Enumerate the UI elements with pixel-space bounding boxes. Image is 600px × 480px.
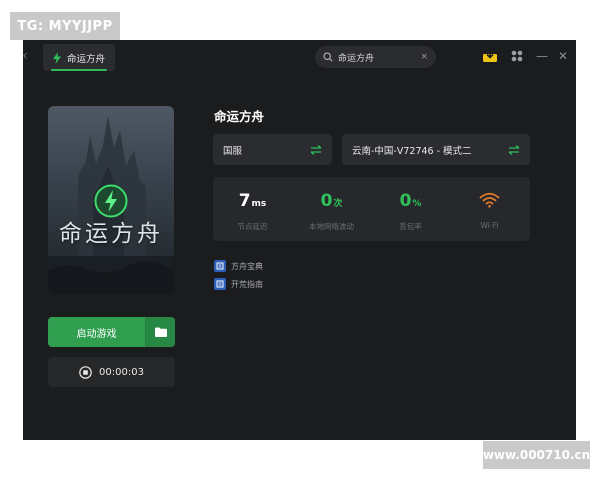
link-label[interactable]: 方舟宝典 bbox=[231, 261, 263, 272]
stat-wifi: Wi-Fi bbox=[450, 177, 529, 241]
stat-label: 节点延迟 bbox=[237, 222, 268, 231]
server-selector[interactable]: 云南-中国-V72746 - 模式二 bbox=[342, 134, 530, 165]
tab-label: 命运方舟 bbox=[67, 53, 106, 65]
bolt-icon bbox=[53, 51, 61, 64]
session-timer: 00:00:03 bbox=[48, 357, 175, 387]
stat-network-fluctuation: 0次 本地网络波动 bbox=[292, 177, 371, 241]
link-label[interactable]: 开荒指南 bbox=[231, 279, 263, 290]
tab-active-indicator bbox=[51, 69, 107, 71]
book-icon bbox=[214, 278, 226, 290]
watermark-top-left: TG: MYYJJPP bbox=[10, 12, 120, 40]
region-selector[interactable]: 国服 bbox=[213, 134, 332, 165]
timer-value: 00:00:03 bbox=[99, 366, 144, 378]
game-title: 命运方舟 bbox=[214, 109, 265, 124]
link-starter-guide[interactable]: 开荒指南 bbox=[214, 278, 263, 290]
launch-game-label[interactable]: 启动游戏 bbox=[48, 317, 145, 347]
game-logo-icon bbox=[94, 184, 128, 218]
folder-icon bbox=[154, 327, 167, 337]
book-icon bbox=[214, 260, 226, 272]
stat-value: 7ms bbox=[238, 191, 267, 211]
tab-game[interactable]: 命运方舟 bbox=[43, 44, 115, 71]
game-cover-image: 命运方舟 bbox=[48, 106, 174, 294]
launch-game-button[interactable]: 启动游戏 bbox=[48, 317, 175, 347]
link-guide-book[interactable]: 方舟宝典 bbox=[214, 260, 263, 272]
clear-search-icon[interactable]: × bbox=[420, 52, 428, 62]
open-folder-button[interactable] bbox=[145, 317, 175, 347]
server-value: 云南-中国-V72746 - 模式二 bbox=[352, 145, 472, 157]
stat-label: Wi-Fi bbox=[480, 221, 499, 230]
back-chevron-icon[interactable]: ‹ bbox=[23, 48, 33, 64]
stat-packet-loss: 0% 丢包率 bbox=[371, 177, 450, 241]
close-icon[interactable]: ✕ bbox=[555, 48, 571, 64]
stat-value: 0% bbox=[399, 191, 422, 211]
minimize-icon[interactable]: — bbox=[534, 48, 550, 64]
wifi-icon bbox=[479, 192, 500, 208]
stat-value: 0次 bbox=[320, 191, 343, 211]
stat-label: 本地网络波动 bbox=[309, 222, 354, 231]
stat-latency: 7ms 节点延迟 bbox=[213, 177, 292, 241]
download-icon[interactable] bbox=[482, 48, 498, 64]
search-input[interactable]: 命运方舟 bbox=[338, 51, 415, 64]
app-window: ‹ 命运方舟 命运方舟 × — ✕ bbox=[23, 40, 576, 440]
stop-icon[interactable] bbox=[79, 365, 92, 379]
watermark-bottom-right: www.000710.cn bbox=[483, 441, 590, 469]
region-value: 国服 bbox=[223, 145, 243, 157]
search-icon bbox=[323, 52, 333, 62]
search-box[interactable]: 命运方舟 × bbox=[315, 46, 436, 68]
swap-icon[interactable] bbox=[310, 144, 322, 155]
stat-label: 丢包率 bbox=[399, 222, 422, 231]
swap-icon[interactable] bbox=[508, 144, 520, 155]
network-stats-panel: 7ms 节点延迟 0次 本地网络波动 0% 丢包率 Wi-Fi bbox=[213, 177, 530, 241]
cover-title: 命运方舟 bbox=[59, 221, 163, 247]
grid-apps-icon[interactable] bbox=[509, 48, 525, 64]
